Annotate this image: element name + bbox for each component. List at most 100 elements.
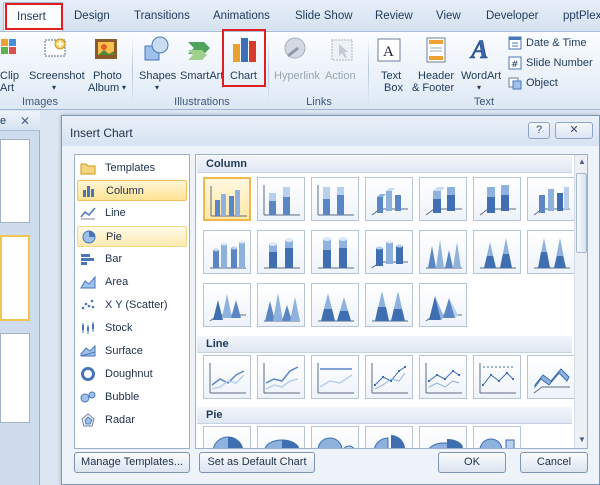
clip-art-icon[interactable] [0, 36, 18, 65]
stacked-cylinder-thumb[interactable] [257, 230, 305, 274]
percent-stacked-line-thumb[interactable] [311, 355, 359, 399]
3d-column-thumb[interactable] [527, 177, 575, 221]
chart-type-bar[interactable]: Bar [77, 249, 187, 270]
tab-design[interactable]: Design [74, 10, 110, 22]
slide-thumbnail-selected[interactable] [0, 235, 30, 321]
object-button[interactable]: Object [526, 77, 558, 89]
text-box-label: Text [381, 70, 402, 82]
slides-pane-header: e ✕ [0, 111, 40, 131]
chart-type-scatter[interactable]: X Y (Scatter) [77, 295, 187, 316]
scroll-down-icon[interactable]: ▼ [577, 435, 587, 445]
close-icon[interactable]: ✕ [20, 114, 30, 128]
percent-stacked-cylinder-thumb[interactable] [311, 230, 359, 274]
stacked-line-with-markers-thumb[interactable] [419, 355, 467, 399]
wordart-icon[interactable]: A [468, 34, 496, 67]
3d-exploded-pie-thumb[interactable] [419, 426, 467, 448]
date-time-button[interactable]: Date & Time [526, 37, 587, 49]
radar-chart-icon [81, 413, 95, 427]
header-footer-icon[interactable] [424, 36, 450, 67]
chart-type-column[interactable]: Column [77, 180, 187, 201]
3d-percent-column-thumb[interactable] [473, 177, 521, 221]
ok-button[interactable]: OK [438, 452, 506, 473]
scroll-thumb[interactable] [576, 173, 587, 253]
screenshot-icon[interactable] [43, 36, 69, 65]
date-time-icon[interactable] [508, 36, 522, 53]
tab-developer[interactable]: Developer [486, 10, 538, 22]
clustered-cone-thumb[interactable] [419, 230, 467, 274]
photo-album-label-2: Album [88, 82, 120, 94]
stacked-pyramid-thumb[interactable] [311, 283, 359, 327]
3d-pyramid-thumb[interactable] [419, 283, 467, 327]
chart-type-templates[interactable]: Templates [77, 158, 187, 179]
text-box-icon[interactable]: A [376, 36, 404, 67]
3d-stacked-column-thumb[interactable] [419, 177, 467, 221]
clip-art-label-2: Art [0, 82, 15, 94]
manage-templates-button[interactable]: Manage Templates... [74, 452, 190, 473]
clustered-cylinder-thumb[interactable] [203, 230, 251, 274]
chart-type-area[interactable]: Area [77, 272, 187, 293]
smartart-label: SmartArt [180, 70, 224, 82]
stacked-column-thumb[interactable] [257, 177, 305, 221]
shapes-dropdown-icon[interactable]: ▾ [155, 82, 159, 94]
3d-pie-thumb[interactable] [257, 426, 305, 448]
chart-type-line[interactable]: Line [77, 203, 187, 224]
scroll-up-icon[interactable]: ▲ [577, 157, 587, 167]
stock-chart-icon [82, 322, 94, 334]
exploded-pie-thumb[interactable] [365, 426, 413, 448]
photo-album-icon[interactable] [92, 36, 120, 67]
tab-pptplex[interactable]: pptPlex [563, 10, 600, 22]
tab-review[interactable]: Review [375, 10, 413, 22]
smartart-icon[interactable] [186, 36, 214, 67]
gallery-scrollbar[interactable]: ▲ ▼ [574, 155, 587, 448]
pie-thumb[interactable] [203, 426, 251, 448]
line-thumb[interactable] [203, 355, 251, 399]
3d-line-thumb[interactable] [527, 355, 575, 399]
stacked-cone-thumb[interactable] [473, 230, 521, 274]
chart-type-surface[interactable]: Surface [77, 341, 187, 362]
tab-animations[interactable]: Animations [213, 10, 270, 22]
tab-insert[interactable]: Insert [3, 2, 63, 31]
hyperlink-icon[interactable] [282, 36, 310, 67]
3d-clustered-column-thumb[interactable] [365, 177, 413, 221]
chart-type-bubble[interactable]: Bubble [77, 387, 187, 408]
chart-type-radar[interactable]: Radar [77, 410, 187, 431]
set-default-chart-button[interactable]: Set as Default Chart [199, 452, 315, 473]
chart-type-pie[interactable]: Pie [77, 226, 187, 247]
pie-of-pie-thumb[interactable] [311, 426, 359, 448]
clustered-pyramid-thumb[interactable] [257, 283, 305, 327]
3d-cylinder-thumb[interactable] [365, 230, 413, 274]
clustered-column-thumb[interactable] [203, 177, 251, 221]
percent-stacked-column-thumb[interactable] [311, 177, 359, 221]
tab-slide-show[interactable]: Slide Show [295, 10, 353, 22]
line-with-markers-thumb[interactable] [365, 355, 413, 399]
chart-type-stock[interactable]: Stock [77, 318, 187, 339]
percent-line-with-markers-thumb[interactable] [473, 355, 521, 399]
group-separator [132, 36, 133, 106]
shapes-icon[interactable] [143, 36, 171, 67]
percent-stacked-pyramid-thumb[interactable] [365, 283, 413, 327]
screenshot-dropdown-icon[interactable]: ▾ [52, 82, 56, 94]
percent-stacked-cone-thumb[interactable] [527, 230, 575, 274]
close-button[interactable]: ✕ [555, 122, 593, 139]
stacked-line-thumb[interactable] [257, 355, 305, 399]
help-button[interactable]: ? [528, 122, 550, 139]
action-icon[interactable] [330, 36, 356, 67]
bar-of-pie-thumb[interactable] [473, 426, 521, 448]
slide-number-button[interactable]: Slide Number [526, 57, 593, 69]
slides-pane-tab[interactable]: e [0, 115, 6, 127]
tab-transitions[interactable]: Transitions [134, 10, 190, 22]
slide-thumbnail[interactable] [0, 139, 30, 223]
slide-number-icon[interactable]: # [508, 56, 522, 73]
insert-chart-dialog: Insert Chart ? ✕ Templates Column Line P… [61, 115, 600, 485]
object-icon[interactable] [508, 76, 522, 93]
doughnut-chart-icon [81, 367, 95, 381]
wordart-dropdown-icon[interactable]: ▾ [477, 82, 481, 94]
chart-type-doughnut[interactable]: Doughnut [77, 364, 187, 385]
tab-view[interactable]: View [436, 10, 461, 22]
cancel-button[interactable]: Cancel [520, 452, 588, 473]
photo-album-dropdown-icon[interactable]: ▾ [122, 82, 126, 94]
wordart-label: WordArt [461, 70, 502, 82]
3d-cone-thumb[interactable] [203, 283, 251, 327]
slide-thumbnail[interactable] [0, 333, 30, 423]
chart-icon[interactable] [231, 34, 259, 67]
